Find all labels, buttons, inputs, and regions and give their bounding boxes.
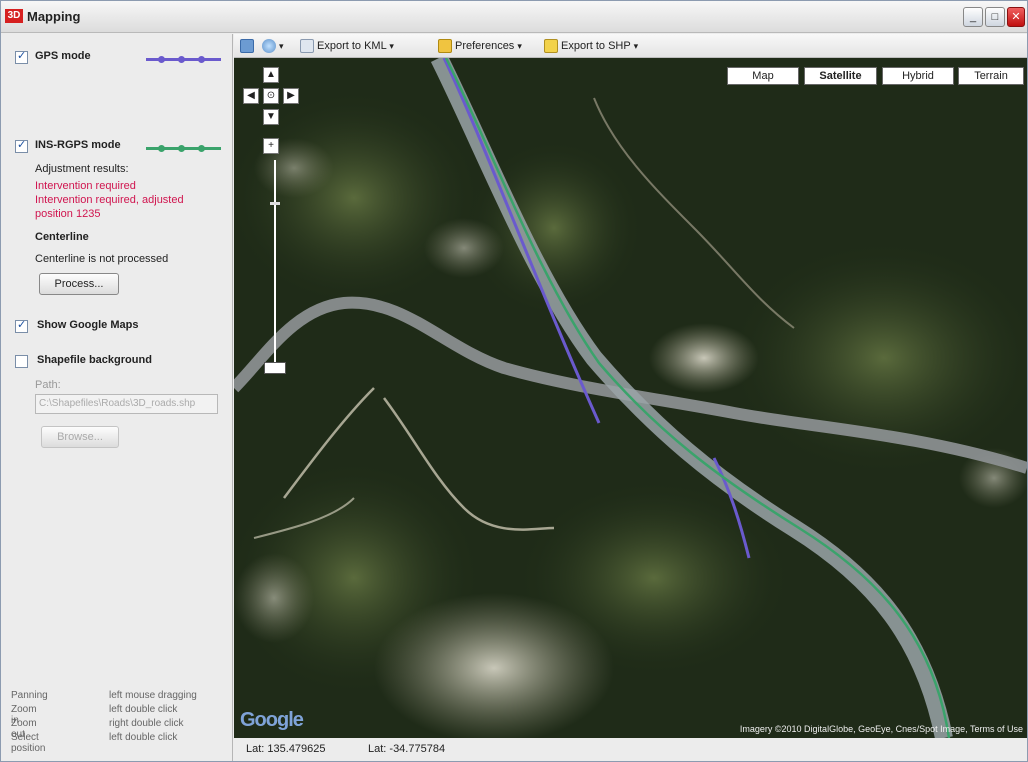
map-view[interactable]: Map Satellite Hybrid Terrain ▲ ◀ ⊙ ▶ ▼ +…	[234, 58, 1027, 738]
export-shp-button[interactable]: Export to SHP ▾	[544, 38, 638, 54]
ins-gps-mode-label: INS-RGPS mode	[35, 139, 121, 151]
satellite-imagery	[234, 58, 1027, 738]
maximize-button[interactable]: □	[985, 7, 1005, 27]
pan-right-button[interactable]: ▶	[283, 88, 299, 104]
legend-dot	[198, 56, 205, 63]
globe-icon	[262, 39, 276, 54]
ins-gps-legend-line	[146, 145, 221, 152]
show-google-maps-label: Show Google Maps	[37, 319, 139, 331]
map-copyright[interactable]: Imagery ©2010 DigitalGlobe, GeoEye, Cnes…	[740, 724, 1023, 734]
latitude-readout: Lat: 135.479625	[246, 743, 326, 755]
legend-dot	[158, 56, 165, 63]
toolbar-globe-button[interactable]: ▾	[262, 38, 284, 54]
legend-dot	[178, 56, 185, 63]
app-icon: 3D	[5, 9, 23, 23]
pan-left-button[interactable]: ◀	[243, 88, 259, 104]
path-label: Path:	[35, 379, 61, 391]
browse-button[interactable]: Browse...	[41, 426, 119, 448]
gps-mode-checkbox[interactable]	[15, 49, 28, 64]
preferences-icon	[438, 39, 452, 54]
zoom-slider-thumb[interactable]	[264, 362, 286, 374]
zoom-slider-track[interactable]	[274, 160, 276, 374]
help-action: Select position	[11, 732, 46, 754]
close-button[interactable]: ✕	[1007, 7, 1025, 27]
centerline-title: Centerline	[35, 231, 89, 243]
preferences-label: Preferences	[455, 40, 515, 52]
longitude-readout: Lat: -34.775784	[368, 743, 446, 755]
export-kml-button[interactable]: Export to KML ▾	[300, 38, 394, 54]
shapefile-background-label: Shapefile background	[37, 354, 152, 366]
google-logo: Google	[240, 709, 304, 731]
left-panel: GPS mode INS-RGPS mode Adjustment result…	[1, 34, 233, 761]
help-hint: right double click	[109, 718, 184, 729]
title-bar: 3D Mapping _ □ ✕	[1, 1, 1027, 33]
pan-up-button[interactable]: ▲	[263, 67, 279, 83]
map-type-terrain[interactable]: Terrain	[958, 67, 1024, 85]
adjustment-message: Intervention required	[35, 180, 136, 192]
process-button[interactable]: Process...	[39, 273, 119, 295]
help-action: Panning	[11, 690, 48, 701]
map-icon	[240, 39, 254, 54]
application-window: 3D Mapping _ □ ✕ GPS mode INS-RGPS mode …	[0, 0, 1028, 762]
recenter-button[interactable]: ⊙	[263, 88, 279, 104]
window-title: Mapping	[27, 9, 81, 24]
toolbar: ▾ Export to KML ▾ Preferences ▾ Export t…	[234, 34, 1027, 58]
export-shp-label: Export to SHP	[561, 40, 631, 52]
map-type-hybrid[interactable]: Hybrid	[882, 67, 954, 85]
minimize-button[interactable]: _	[963, 7, 983, 27]
ins-gps-mode-checkbox[interactable]	[15, 138, 28, 153]
export-icon	[300, 39, 314, 54]
help-hint: left double click	[109, 704, 178, 715]
pan-down-button[interactable]: ▼	[263, 109, 279, 125]
shapefile-background-checkbox[interactable]	[15, 355, 28, 368]
zoom-in-button[interactable]: +	[263, 138, 279, 154]
gps-legend-line	[146, 56, 221, 63]
export-shp-icon	[544, 39, 558, 54]
help-hint: left double click	[109, 732, 178, 743]
export-kml-label: Export to KML	[317, 40, 387, 52]
legend-dot	[198, 145, 205, 152]
adjustment-message: position 1235	[35, 208, 101, 220]
legend-dot	[178, 145, 185, 152]
legend-dot	[158, 145, 165, 152]
map-type-satellite[interactable]: Satellite	[804, 67, 877, 85]
toolbar-map-button[interactable]	[240, 38, 257, 54]
adjustment-message: Intervention required, adjusted	[35, 194, 184, 206]
status-bar: Lat: 135.479625 Lat: -34.775784	[234, 738, 1027, 761]
map-type-map[interactable]: Map	[727, 67, 799, 85]
help-hint: left mouse dragging	[109, 690, 197, 701]
zoom-slider-tick	[270, 202, 280, 205]
preferences-button[interactable]: Preferences ▾	[438, 38, 522, 54]
gps-mode-label: GPS mode	[35, 50, 91, 62]
adjustment-results-label: Adjustment results:	[35, 163, 129, 175]
show-google-maps-checkbox[interactable]	[15, 318, 28, 333]
centerline-status: Centerline is not processed	[35, 253, 169, 265]
path-input[interactable]: C:\Shapefiles\Roads\3D_roads.shp	[35, 394, 218, 414]
